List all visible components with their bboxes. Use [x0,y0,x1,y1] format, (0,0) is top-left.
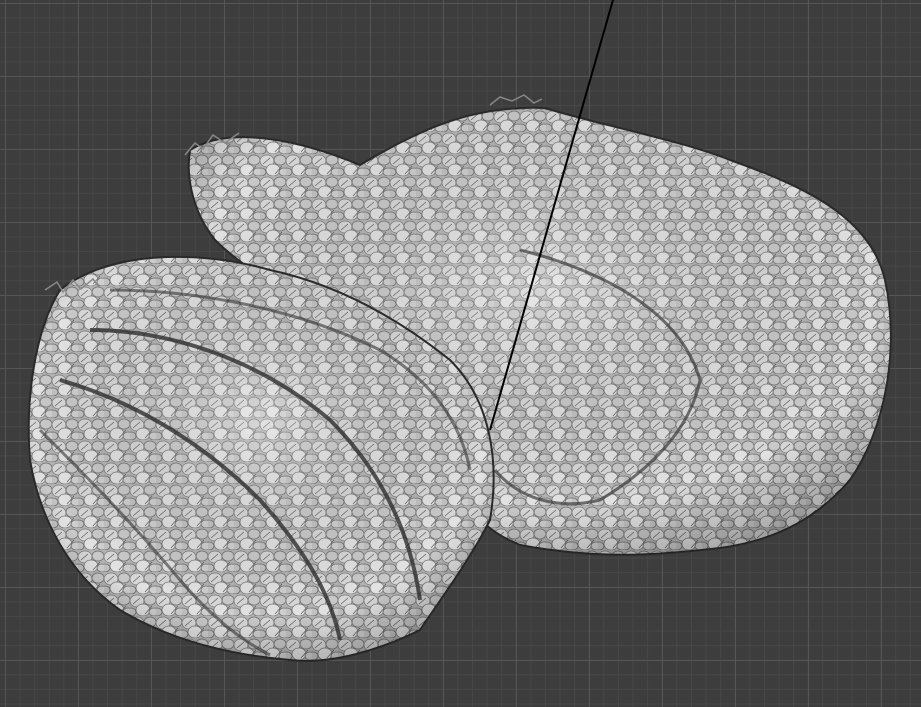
sculpted-mesh[interactable] [27,94,892,662]
viewport-scene [27,0,892,662]
3d-viewport[interactable] [0,0,921,707]
